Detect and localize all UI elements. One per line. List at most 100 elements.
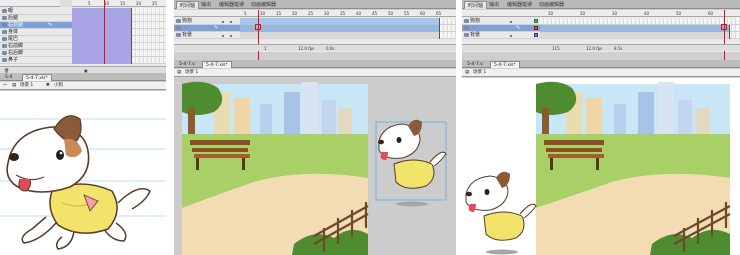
frame-cells[interactable]	[240, 32, 456, 39]
document-tabs: 5-4-7.s 5-4-7.xls*	[462, 60, 740, 68]
visibility-dot[interactable]	[510, 35, 512, 37]
ruler-tick: 60	[708, 11, 714, 16]
frame-cells[interactable]	[72, 29, 166, 36]
motion-tween[interactable]	[72, 29, 132, 36]
motion-tween[interactable]	[72, 57, 132, 64]
tab-timeline[interactable]: 时间轴	[464, 1, 488, 9]
layer-row-bg[interactable]: 背景	[174, 32, 456, 39]
frame-cells[interactable]	[540, 18, 740, 24]
frame-cells[interactable]	[72, 57, 166, 64]
layer-row[interactable]: 眼	[0, 8, 166, 15]
motion-tween[interactable]	[240, 18, 440, 25]
layer-row[interactable]: 尾巴	[0, 36, 166, 43]
edit-bar: ⇦ ▤ 场景 1 ✱ 小狗	[0, 82, 166, 90]
layer-icon	[464, 19, 469, 23]
layer-name: 眼	[8, 8, 14, 14]
keyframe-marker[interactable]	[534, 19, 538, 23]
visibility-dot[interactable]	[222, 21, 224, 23]
doc-tab-active[interactable]: 5-4-7.xls*	[22, 74, 52, 81]
layer-name: 狗狗	[470, 18, 481, 24]
lock-dot[interactable]	[230, 21, 232, 23]
playhead[interactable]	[258, 10, 259, 60]
frame-cells[interactable]	[72, 8, 166, 15]
tab-timeline[interactable]: 时间轴	[176, 1, 200, 9]
motion-tween[interactable]	[72, 50, 132, 57]
doc-tab[interactable]: 5-4-7.s	[464, 61, 486, 68]
symbol-stage[interactable]	[0, 91, 166, 255]
frame-cells[interactable]	[72, 50, 166, 57]
ruler-tick: 60	[420, 11, 426, 16]
layer-row-selected[interactable]: ✎	[174, 25, 456, 32]
layer-row-dog[interactable]: 狗狗	[174, 18, 456, 25]
motion-tween[interactable]	[72, 36, 132, 43]
frame-cells[interactable]	[72, 43, 166, 50]
keyframe-marker[interactable]	[534, 26, 538, 30]
layer-icon	[176, 19, 181, 23]
doc-tab-active[interactable]: 5-4-7.xls*	[202, 61, 232, 68]
scene-label[interactable]: 场景 1	[20, 82, 33, 90]
tab-output[interactable]: 输出	[486, 1, 502, 9]
layer-row[interactable]: 右后脚	[0, 50, 166, 57]
doc-tab[interactable]: S-4	[2, 74, 15, 81]
timeline-status-bar: 115 12.0 fps 9.5s	[462, 44, 740, 51]
playhead[interactable]	[104, 0, 105, 64]
layer-name: 身体	[8, 29, 19, 35]
tab-compiler-errors[interactable]: 编辑器错误	[504, 1, 535, 9]
static-frames[interactable]	[540, 32, 730, 39]
visibility-dot[interactable]	[510, 21, 512, 23]
layer-name: 右前脚	[8, 43, 24, 49]
elapsed-time: 9.5s	[614, 46, 623, 51]
pencil-icon: ✎	[214, 25, 219, 31]
lock-dot[interactable]	[230, 35, 232, 37]
motion-tween[interactable]	[72, 8, 132, 15]
tab-motion-editor[interactable]: 动画编辑器	[248, 1, 279, 9]
visibility-dot[interactable]	[222, 35, 224, 37]
layer-icon	[176, 26, 181, 30]
symbol-icon: ✱	[46, 83, 50, 88]
layer-row-selected[interactable]: ✎	[462, 25, 740, 32]
layer-row[interactable]: 身体	[0, 29, 166, 36]
frame-cells[interactable]	[72, 36, 166, 43]
panel-tab-bar: 时间轴 输出 编辑器错误 动画编辑器	[174, 0, 456, 9]
tab-motion-editor[interactable]: 动画编辑器	[536, 1, 567, 9]
stage-area[interactable]	[174, 78, 456, 255]
park-scene-artwork	[465, 81, 731, 255]
motion-tween[interactable]	[540, 25, 730, 32]
layer-icon	[2, 9, 7, 13]
layer-row[interactable]: 鼻子	[0, 57, 166, 64]
doc-tab[interactable]: 5-4-7.s	[176, 61, 198, 68]
symbol-label[interactable]: 小狗	[54, 82, 63, 90]
ruler-tick: 30	[612, 11, 618, 16]
frame-cells[interactable]	[240, 25, 456, 32]
frame-cells[interactable]	[240, 18, 456, 25]
doc-tab-active[interactable]: 5-4-7.xls*	[490, 61, 520, 68]
frame-cells[interactable]	[540, 25, 740, 32]
scene-label[interactable]: 场景 1	[473, 69, 486, 77]
stage-area[interactable]	[462, 78, 740, 255]
edit-bar: ▤ 场景 1	[174, 69, 456, 77]
static-frames[interactable]	[240, 32, 440, 39]
ruler-tick: 45	[372, 11, 378, 16]
playhead[interactable]	[724, 10, 725, 60]
layer-row-bg[interactable]: 背景	[462, 32, 740, 39]
keyframe-marker[interactable]	[534, 33, 538, 37]
layer-row-selected[interactable]: 右前腿 ✎	[0, 22, 166, 29]
motion-tween[interactable]	[72, 22, 132, 29]
tab-compiler-errors[interactable]: 编辑器错误	[216, 1, 247, 9]
motion-tween[interactable]	[72, 43, 132, 50]
frame-cells[interactable]	[72, 15, 166, 22]
tab-output[interactable]: 输出	[198, 1, 214, 9]
timeline-status-bar: 🗑 ▣	[0, 66, 166, 73]
current-frame: 115	[552, 46, 560, 51]
layer-row[interactable]: 右前脚	[0, 43, 166, 50]
ruler-tick: 40	[356, 11, 362, 16]
motion-tween[interactable]	[240, 25, 440, 32]
layer-row[interactable]: 后腿	[0, 15, 166, 22]
frame-cells[interactable]	[72, 22, 166, 29]
park-scene-artwork	[182, 81, 447, 255]
frame-cells[interactable]	[540, 32, 740, 39]
motion-tween[interactable]	[72, 15, 132, 22]
scene-label[interactable]: 场景 1	[185, 69, 198, 77]
layer-row-dog[interactable]: 狗狗	[462, 18, 740, 25]
back-arrow-icon[interactable]: ⇦	[3, 82, 7, 90]
